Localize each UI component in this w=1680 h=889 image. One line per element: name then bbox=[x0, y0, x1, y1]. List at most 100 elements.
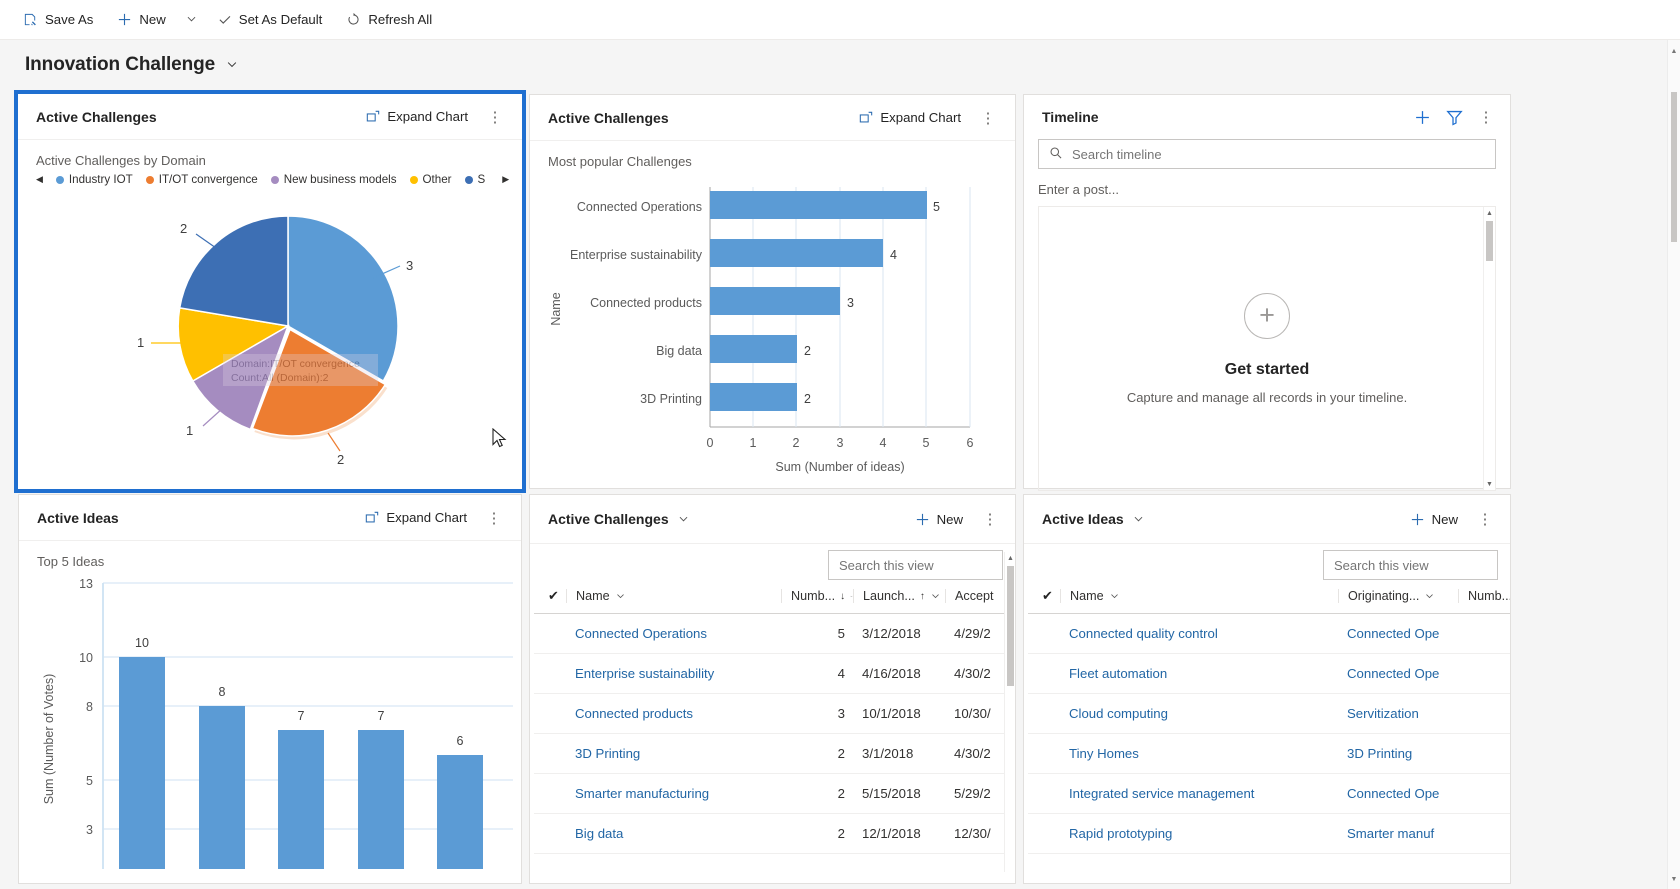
ideas-bar-3[interactable] bbox=[358, 730, 404, 869]
bar-enterprise-sustainability[interactable] bbox=[710, 239, 883, 267]
ideas-bar-0[interactable] bbox=[119, 657, 165, 869]
challenges-search-box[interactable] bbox=[828, 550, 1015, 580]
challenges-row-link[interactable]: Connected Operations bbox=[575, 626, 707, 641]
ideas-chart-canvas[interactable]: 13 10 8 5 3 10 8 7 7 6 Sum (Number of Vo… bbox=[19, 569, 519, 869]
challenges-new-button[interactable]: New bbox=[909, 508, 969, 531]
pie-chart-canvas[interactable]: 3 2 1 1 2 Domain:IT/OT convergence Count… bbox=[18, 186, 518, 466]
timeline-filter-icon[interactable] bbox=[1440, 103, 1468, 131]
challenges-grid-scrollbar[interactable]: ▲ bbox=[1004, 552, 1015, 872]
ideas-originating-link[interactable]: Connected Ope bbox=[1347, 626, 1439, 641]
ideas-cell-originating[interactable]: 3D Printing bbox=[1338, 733, 1458, 774]
challenges-col-number[interactable]: Numb... ↓ bbox=[781, 588, 853, 614]
ideas-bar-4[interactable] bbox=[437, 755, 483, 869]
checkmark-icon[interactable]: ✔ bbox=[548, 588, 559, 603]
legend-item-0[interactable]: Industry IOT bbox=[55, 173, 133, 186]
timeline-search-box[interactable] bbox=[1038, 139, 1496, 169]
table-row[interactable]: Connected Operations 5 3/12/2018 4/29/2 bbox=[534, 613, 1015, 654]
bar-big-data[interactable] bbox=[710, 335, 797, 363]
new-button[interactable]: New bbox=[106, 0, 176, 40]
pie-slice-s[interactable] bbox=[178, 215, 289, 327]
table-row[interactable]: Integrated service management Connected O… bbox=[1028, 773, 1510, 814]
timeline-search-input[interactable] bbox=[1072, 146, 1485, 162]
ideas-select-all-header[interactable]: ✔ bbox=[1028, 588, 1060, 614]
scroll-down-icon[interactable]: ▼ bbox=[1668, 876, 1680, 883]
ideas-cell-originating[interactable]: Connected Ope bbox=[1338, 653, 1458, 694]
search-icon[interactable] bbox=[1510, 557, 1511, 574]
challenges-search-input[interactable] bbox=[839, 557, 1015, 573]
ideas-bar-2[interactable] bbox=[278, 730, 324, 869]
bar-connected-operations[interactable] bbox=[710, 191, 927, 219]
challenges-cell-name[interactable]: Connected Operations bbox=[566, 613, 781, 654]
table-row[interactable]: Rapid prototyping Smarter manuf bbox=[1028, 813, 1510, 854]
ideas-originating-link[interactable]: Connected Ope bbox=[1347, 786, 1439, 801]
ideas-originating-link[interactable]: Smarter manuf bbox=[1347, 826, 1434, 841]
table-row[interactable]: Cloud computing Servitization bbox=[1028, 693, 1510, 734]
ideas-bar-1[interactable] bbox=[199, 706, 245, 869]
ideas-cell-originating[interactable]: Smarter manuf bbox=[1338, 813, 1458, 854]
ideas-originating-link[interactable]: Servitization bbox=[1347, 706, 1419, 721]
table-row[interactable]: Fleet automation Connected Ope bbox=[1028, 653, 1510, 694]
challenges-view-selector[interactable]: Active Challenges bbox=[548, 511, 690, 527]
tile-active-challenges-grid[interactable]: Active Challenges New ⋮ Search this view… bbox=[529, 494, 1016, 884]
ideas-cell-name[interactable]: Fleet automation bbox=[1060, 653, 1338, 694]
ideas-row-link[interactable]: Rapid prototyping bbox=[1069, 826, 1172, 841]
table-row[interactable]: Enterprise sustainability 4 4/16/2018 4/30/… bbox=[534, 653, 1015, 694]
legend-item-4[interactable]: S bbox=[464, 173, 485, 186]
bar-connected-products[interactable] bbox=[710, 287, 840, 315]
scroll-up-icon[interactable]: ▲ bbox=[1484, 207, 1495, 219]
ideas-col-name[interactable]: Name bbox=[1060, 588, 1338, 614]
challenges-row-link[interactable]: Big data bbox=[575, 826, 623, 841]
challenges-grid-more-options-icon[interactable]: ⋮ bbox=[977, 506, 1003, 532]
challenges-row-link[interactable]: Smarter manufacturing bbox=[575, 786, 709, 801]
legend-item-1[interactable]: IT/OT convergence bbox=[145, 173, 258, 186]
tile-active-ideas-chart[interactable]: Active Ideas Expand Chart ⋮ Top 5 Ideas bbox=[18, 494, 522, 884]
save-as-button[interactable]: Save As bbox=[12, 0, 104, 40]
ideas-grid-more-options-icon[interactable]: ⋮ bbox=[1472, 506, 1498, 532]
timeline-get-started-plus-icon[interactable]: + bbox=[1244, 292, 1290, 339]
dashboard-selector-chevron-icon[interactable] bbox=[225, 58, 239, 72]
table-row[interactable]: Connected quality control Connected Ope bbox=[1028, 613, 1510, 654]
challenges-cell-name[interactable]: Connected products bbox=[566, 693, 781, 734]
table-row[interactable]: Smarter manufacturing 2 5/15/2018 5/29/2 bbox=[534, 773, 1015, 814]
ideas-new-button[interactable]: New bbox=[1404, 508, 1464, 531]
challenges-row-link[interactable]: Enterprise sustainability bbox=[575, 666, 714, 681]
scroll-thumb[interactable] bbox=[1486, 221, 1493, 261]
challenges-row-link[interactable]: 3D Printing bbox=[575, 746, 640, 761]
ideas-more-options-icon[interactable]: ⋮ bbox=[481, 505, 507, 531]
bar-chart-canvas[interactable]: 5 Connected Operations 4 Enterprise sust… bbox=[530, 169, 1015, 494]
table-row[interactable]: 3D Printing 2 3/1/2018 4/30/2 bbox=[534, 733, 1015, 774]
tile-timeline[interactable]: Timeline ⋮ Enter a post... bbox=[1023, 94, 1511, 491]
timeline-scrollbar[interactable]: ▲ ▼ bbox=[1483, 207, 1495, 490]
challenges-cell-name[interactable]: 3D Printing bbox=[566, 733, 781, 774]
scroll-thumb[interactable] bbox=[1007, 566, 1014, 686]
ideas-cell-name[interactable]: Cloud computing bbox=[1060, 693, 1338, 734]
timeline-more-options-icon[interactable]: ⋮ bbox=[1472, 103, 1500, 131]
pie-expand-chart-button[interactable]: Expand Chart bbox=[360, 105, 474, 128]
legend-item-2[interactable]: New business models bbox=[270, 173, 397, 186]
table-row[interactable]: Big data 2 12/1/2018 12/30/ bbox=[534, 813, 1015, 854]
ideas-cell-originating[interactable]: Connected Ope bbox=[1338, 613, 1458, 654]
bar-more-options-icon[interactable]: ⋮ bbox=[975, 105, 1001, 131]
ideas-cell-name[interactable]: Tiny Homes bbox=[1060, 733, 1338, 774]
ideas-row-link[interactable]: Cloud computing bbox=[1069, 706, 1168, 721]
ideas-cell-name[interactable]: Connected quality control bbox=[1060, 613, 1338, 654]
ideas-col-number[interactable]: Numb... bbox=[1458, 588, 1510, 614]
ideas-cell-name[interactable]: Integrated service management bbox=[1060, 773, 1338, 814]
tile-active-challenges-pie[interactable]: Active Challenges Expand Chart ⋮ Active … bbox=[14, 90, 526, 493]
scroll-up-icon[interactable]: ▲ bbox=[1668, 48, 1680, 55]
timeline-post-placeholder[interactable]: Enter a post... bbox=[1024, 169, 1510, 206]
table-row[interactable]: Tiny Homes 3D Printing bbox=[1028, 733, 1510, 774]
bar-expand-chart-button[interactable]: Expand Chart bbox=[853, 106, 967, 129]
challenges-col-launch[interactable]: Launch... ↑ bbox=[853, 588, 945, 614]
challenges-col-name[interactable]: Name bbox=[566, 588, 781, 614]
ideas-row-link[interactable]: Fleet automation bbox=[1069, 666, 1167, 681]
ideas-cell-originating[interactable]: Servitization bbox=[1338, 693, 1458, 734]
refresh-all-button[interactable]: Refresh All bbox=[335, 0, 443, 40]
tile-active-ideas-grid[interactable]: Active Ideas New ⋮ Search this view ✔ Na… bbox=[1023, 494, 1511, 884]
ideas-cell-name[interactable]: Rapid prototyping bbox=[1060, 813, 1338, 854]
pie-more-options-icon[interactable]: ⋮ bbox=[482, 104, 508, 130]
new-dropdown-button[interactable] bbox=[179, 0, 204, 40]
ideas-view-selector[interactable]: Active Ideas bbox=[1042, 511, 1145, 527]
ideas-originating-link[interactable]: Connected Ope bbox=[1347, 666, 1439, 681]
ideas-search-input[interactable] bbox=[1334, 557, 1510, 573]
